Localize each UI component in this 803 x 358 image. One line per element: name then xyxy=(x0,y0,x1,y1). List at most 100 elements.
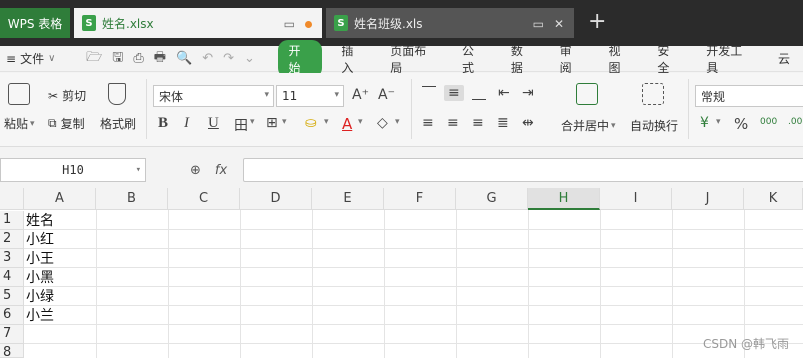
column-header[interactable]: K xyxy=(744,188,803,210)
row-header[interactable]: 3 xyxy=(0,249,24,268)
align-left-icon[interactable]: ≡ xyxy=(422,115,434,131)
chevron-down-icon[interactable]: ▾ xyxy=(358,117,363,127)
align-bottom-icon[interactable]: ⎽ xyxy=(472,85,486,101)
align-top-icon[interactable]: ⎺ xyxy=(422,85,436,101)
tab-inactive-file[interactable]: S 姓名班级.xls ▭ ✕ xyxy=(326,8,574,38)
print-icon[interactable]: 🖶 xyxy=(154,48,166,70)
row-header[interactable]: 1 xyxy=(0,211,24,230)
cell-a5[interactable]: 小绿 xyxy=(26,288,54,306)
column-header[interactable]: J xyxy=(672,188,744,210)
wrap-text-button[interactable]: 自动换行 xyxy=(630,117,678,134)
new-tab-button[interactable]: + xyxy=(588,10,606,34)
column-header[interactable]: E xyxy=(312,188,384,210)
tab-cloud[interactable]: 云 xyxy=(765,50,803,67)
print-preview-icon[interactable]: 🔍 xyxy=(176,51,192,66)
wrap-text-icon[interactable] xyxy=(642,83,664,105)
more-icon[interactable]: ⌄ xyxy=(244,51,255,66)
zoom-icon[interactable]: ⊕ xyxy=(190,163,201,178)
column-header[interactable]: D xyxy=(240,188,312,210)
underline-button[interactable]: U xyxy=(208,115,219,132)
row-header[interactable]: 4 xyxy=(0,268,24,287)
export-pdf-icon[interactable]: ⎙ xyxy=(133,51,143,66)
formula-input[interactable] xyxy=(243,158,803,182)
row-header[interactable]: 8 xyxy=(0,344,24,358)
chevron-down-icon[interactable]: ▾ xyxy=(716,117,721,127)
column-header[interactable]: B xyxy=(96,188,168,210)
monitor-icon[interactable]: ▭ xyxy=(284,17,295,31)
decimal-icon[interactable]: .00 xyxy=(788,117,802,127)
tab-home[interactable]: 开始 xyxy=(277,39,323,78)
chevron-down-icon[interactable]: ▾ xyxy=(395,117,400,127)
thousands-separator-icon[interactable]: 000 xyxy=(760,117,777,127)
column-header[interactable]: F xyxy=(384,188,456,210)
indent-icon[interactable]: ⇥ xyxy=(522,85,534,101)
italic-button[interactable]: I xyxy=(184,115,189,132)
format-painter-icon[interactable] xyxy=(108,83,126,105)
fill-color-icon[interactable]: ⛀ xyxy=(305,115,317,131)
shrink-font-button[interactable]: A⁻ xyxy=(378,87,395,103)
justify-icon[interactable]: ≣ xyxy=(497,115,509,131)
tab-view[interactable]: 视图 xyxy=(596,42,645,76)
cell-a6[interactable]: 小兰 xyxy=(26,307,54,325)
align-middle-icon[interactable]: ≡ xyxy=(444,85,464,101)
select-all-corner[interactable] xyxy=(0,188,24,210)
row-header[interactable]: 2 xyxy=(0,230,24,249)
copy-button[interactable]: ⧉ 复制 xyxy=(48,115,85,132)
tab-review[interactable]: 审阅 xyxy=(547,42,596,76)
currency-icon[interactable]: ¥ xyxy=(700,115,709,131)
grow-font-button[interactable]: A⁺ xyxy=(352,87,369,103)
cell-a1[interactable]: 姓名 xyxy=(26,212,54,230)
font-name-select[interactable]: 宋体 ▾ xyxy=(153,85,274,107)
tab-active-file[interactable]: S 姓名.xlsx ▭ xyxy=(74,8,322,38)
column-header[interactable]: A xyxy=(24,188,96,210)
percent-icon[interactable]: % xyxy=(734,115,748,133)
align-center-icon[interactable]: ≡ xyxy=(447,115,459,131)
column-header[interactable]: I xyxy=(600,188,672,210)
bold-button[interactable]: B xyxy=(158,115,168,132)
cell-a2[interactable]: 小红 xyxy=(26,231,54,249)
insert-function-button[interactable]: fx xyxy=(215,163,227,178)
column-header-selected[interactable]: H xyxy=(528,188,600,210)
cut-button[interactable]: ✂ 剪切 xyxy=(48,87,86,104)
row-header[interactable]: 6 xyxy=(0,306,24,325)
row-header[interactable]: 7 xyxy=(0,325,24,344)
row-header[interactable]: 5 xyxy=(0,287,24,306)
merge-center-icon[interactable] xyxy=(576,83,598,105)
undo-icon[interactable]: ↶ xyxy=(202,51,213,66)
paste-label-row[interactable]: 粘贴 ▾ xyxy=(4,115,35,132)
monitor-icon[interactable]: ▭ xyxy=(533,17,544,31)
cell-a3[interactable]: 小王 xyxy=(26,250,54,268)
chevron-down-icon[interactable]: ▾ xyxy=(282,117,287,127)
align-right-icon[interactable]: ≡ xyxy=(472,115,484,131)
paste-button[interactable] xyxy=(8,83,30,105)
chevron-down-icon[interactable]: ▾ xyxy=(324,117,329,127)
eraser-icon[interactable]: ◇ xyxy=(377,115,388,131)
column-header[interactable]: C xyxy=(168,188,240,210)
save-icon[interactable]: 🖫 xyxy=(112,48,123,70)
name-box[interactable]: H10 ▾ xyxy=(0,158,146,182)
file-menu[interactable]: ≡ 文件 ∨ xyxy=(0,50,82,67)
distributed-align-icon[interactable]: ⇹ xyxy=(522,115,534,131)
wps-app-tab[interactable]: WPS 表格 xyxy=(0,8,70,38)
tab-insert[interactable]: 插入 xyxy=(328,42,377,76)
border-icon[interactable]: 田 xyxy=(234,115,248,135)
tab-page-layout[interactable]: 页面布局 xyxy=(377,42,449,76)
chevron-down-icon[interactable]: ▾ xyxy=(250,117,255,127)
tab-security[interactable]: 安全 xyxy=(644,42,693,76)
tab-developer[interactable]: 开发工具 xyxy=(693,42,765,76)
tab-formulas[interactable]: 公式 xyxy=(449,42,498,76)
open-folder-icon[interactable]: 🗁 xyxy=(86,48,102,70)
close-icon[interactable]: ✕ xyxy=(554,17,564,31)
outdent-icon[interactable]: ⇤ xyxy=(498,85,510,101)
redo-icon[interactable]: ↷ xyxy=(223,51,234,66)
cell-style-icon[interactable]: ⊞ xyxy=(266,115,278,131)
cell-a4[interactable]: 小黑 xyxy=(26,269,54,287)
merge-center-button[interactable]: 合并居中 ▾ xyxy=(561,117,616,134)
format-painter-button[interactable]: 格式刷 xyxy=(100,115,136,132)
font-size-select[interactable]: 11 ▾ xyxy=(276,85,344,107)
tab-data[interactable]: 数据 xyxy=(498,42,547,76)
number-format-select[interactable]: 常规 xyxy=(695,85,803,107)
sheet-grid[interactable]: A B C D E F G H I J K 1 2 3 4 5 6 7 8 姓名… xyxy=(0,188,803,358)
column-header[interactable]: G xyxy=(456,188,528,210)
font-color-icon[interactable]: A xyxy=(342,115,352,133)
